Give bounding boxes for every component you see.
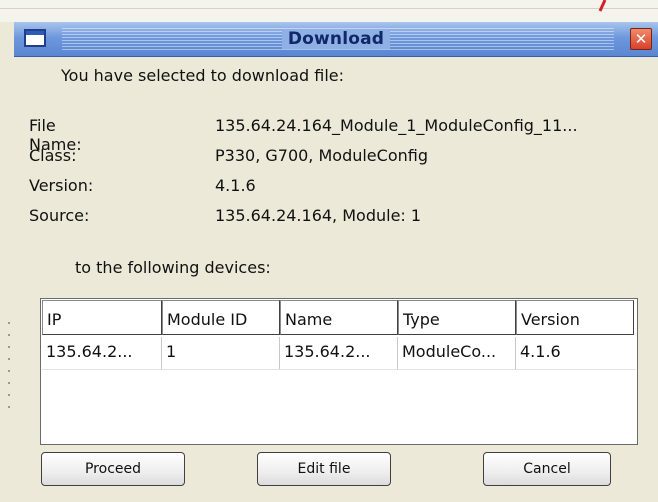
cell-version: 4.1.6 [520, 342, 561, 361]
background-rule [0, 8, 658, 9]
window-title-text: Download [281, 29, 391, 49]
detail-value: 4.1.6 [215, 176, 256, 195]
detail-value: 135.64.24.164, Module: 1 [215, 206, 422, 225]
column-header-version[interactable]: Version [516, 300, 634, 335]
close-icon[interactable]: ✕ [630, 28, 652, 50]
column-header-type[interactable]: Type [398, 300, 516, 335]
table-row[interactable]: 135.64.2... 1 135.64.2... ModuleCo... 4.… [42, 337, 636, 370]
intro-text: You have selected to download file: [61, 66, 344, 85]
resize-grip-dots [6, 322, 12, 422]
background-strip [0, 0, 658, 22]
cancel-button[interactable]: Cancel [483, 452, 611, 486]
detail-label: Version: [29, 176, 94, 195]
title-bar[interactable]: Download ✕ [14, 22, 658, 57]
red-stroke-mark [598, 0, 607, 12]
edit-file-button[interactable]: Edit file [257, 452, 391, 486]
detail-label: Source: [29, 206, 90, 225]
cell-ip: 135.64.2... [42, 337, 162, 369]
detail-value: P330, G700, ModuleConfig [215, 146, 428, 165]
table-header: IP Module ID Name Type Version [42, 300, 636, 337]
download-dialog: Download ✕ You have selected to download… [0, 0, 658, 502]
devices-label: to the following devices: [75, 258, 271, 277]
window-title: Download [14, 29, 658, 49]
cell-type: ModuleCo... [398, 337, 516, 369]
cell-name: 135.64.2... [280, 337, 398, 369]
detail-label: Class: [29, 146, 77, 165]
column-header-module-id[interactable]: Module ID [162, 300, 280, 335]
proceed-button[interactable]: Proceed [41, 452, 185, 486]
cell-module-id: 1 [162, 337, 280, 369]
detail-value: 135.64.24.164_Module_1_ModuleConfig_11..… [215, 116, 578, 135]
column-header-name[interactable]: Name [280, 300, 398, 335]
column-header-ip[interactable]: IP [42, 300, 162, 335]
devices-table[interactable]: IP Module ID Name Type Version 135.64.2.… [40, 298, 638, 445]
